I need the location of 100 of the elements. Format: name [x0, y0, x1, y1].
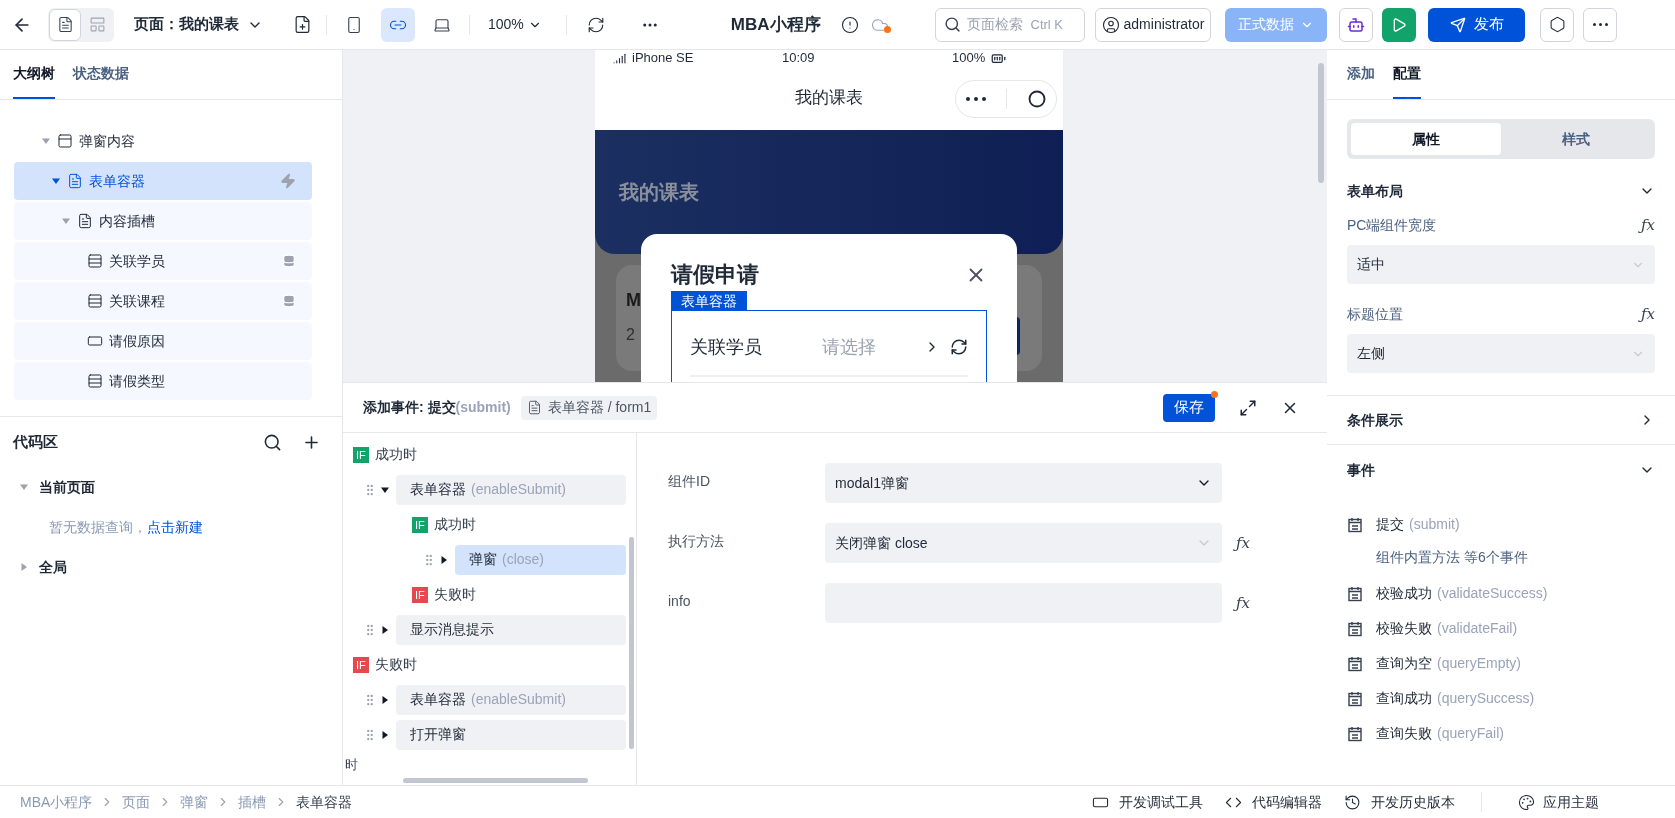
segment-tab[interactable]: 样式	[1501, 123, 1651, 155]
outline-item[interactable]: 表单容器	[14, 162, 312, 200]
caret-icon[interactable]	[381, 625, 389, 634]
outline-item[interactable]: 请假类型	[14, 362, 312, 400]
action-item[interactable]: 表单容器 (enableSubmit)	[396, 474, 626, 505]
panel-tab[interactable]: 大纲树	[13, 49, 55, 99]
event-item[interactable]: 校验成功 (validateSuccess)	[1376, 583, 1548, 604]
caret-icon[interactable]	[381, 730, 389, 739]
outline-item[interactable]: 关联学员	[14, 242, 312, 280]
alert-icon[interactable]	[840, 15, 859, 34]
search-icon[interactable]	[263, 432, 282, 452]
preview-button[interactable]	[1382, 7, 1417, 42]
assistant-button[interactable]	[1339, 7, 1374, 42]
event-item[interactable]: 查询成功 (querySuccess)	[1376, 688, 1535, 709]
component-icon	[67, 173, 83, 189]
action-item[interactable]: 表单容器 (enableSubmit)	[396, 684, 626, 715]
property-label: PC端组件宽度	[1347, 215, 1437, 235]
condition-badge: IF	[412, 586, 428, 603]
outline-item[interactable]: 请假原因	[14, 322, 312, 360]
refresh-icon[interactable]	[586, 15, 605, 34]
hexagon-icon	[1548, 16, 1566, 33]
branch-label: 失败时	[374, 655, 417, 674]
select-field[interactable]: 适中	[1347, 245, 1655, 284]
code-group[interactable]: 当前页面	[39, 476, 95, 498]
history-icon	[1344, 793, 1361, 811]
component-icon	[57, 133, 73, 149]
component-icon	[87, 253, 103, 269]
container-tag: 表单容器	[671, 291, 747, 311]
document-icon	[526, 400, 542, 415]
save-button[interactable]: 保存	[1163, 393, 1215, 422]
send-icon	[1449, 16, 1466, 33]
play-icon	[1391, 16, 1408, 33]
dev-tool-button[interactable]: 开发调试工具	[1092, 791, 1203, 813]
expand-icon[interactable]	[1239, 398, 1257, 417]
action-item[interactable]: 打开弹窗	[396, 719, 626, 750]
section-header[interactable]: 事件	[1347, 459, 1375, 481]
scrollbar-thumb[interactable]	[1318, 63, 1324, 183]
create-link[interactable]: 点击新建	[147, 516, 203, 538]
scrollbar-thumb[interactable]	[403, 778, 588, 783]
event-panel-title: 添加事件: 提交(submit)	[363, 398, 511, 417]
event-list-icon	[1347, 516, 1363, 533]
action-item[interactable]: 显示消息提示	[396, 614, 626, 645]
form-field[interactable]: 关联学员 请选择	[690, 333, 968, 377]
publish-button[interactable]: 发布	[1428, 7, 1526, 42]
dev-tool-button[interactable]: 开发历史版本	[1344, 791, 1455, 813]
condition-badge: IF	[353, 446, 369, 463]
component-icon	[87, 293, 103, 309]
breadcrumb-item[interactable]: 表单容器	[296, 791, 353, 813]
search-icon	[943, 16, 961, 33]
select-field[interactable]: 左侧	[1347, 334, 1655, 373]
outline-item[interactable]: 弹窗内容	[14, 122, 312, 160]
field-label: info	[668, 592, 692, 611]
caret-icon[interactable]	[381, 695, 389, 704]
event-list-icon	[1347, 725, 1363, 742]
select-field[interactable]: modal1弹窗	[825, 463, 1222, 503]
document-icon	[56, 16, 74, 33]
event-list-icon	[1347, 690, 1363, 707]
panel-tab[interactable]: 配置	[1393, 49, 1421, 99]
caret-icon[interactable]	[381, 485, 389, 494]
event-list-icon	[1347, 620, 1363, 637]
event-item[interactable]: 提交 (submit)	[1376, 514, 1460, 535]
view-mode-button[interactable]	[49, 8, 81, 41]
scrollbar-thumb[interactable]	[629, 537, 634, 749]
panel-tab[interactable]: 添加	[1347, 49, 1375, 99]
component-icon	[87, 333, 103, 349]
action-item[interactable]: 弹窗 (close)	[455, 544, 626, 575]
section-header[interactable]: 条件展示	[1347, 409, 1403, 431]
device-name: iPhone SE	[632, 51, 695, 65]
panel-tab[interactable]: 状态数据	[73, 49, 129, 99]
segment-tab[interactable]: 属性	[1351, 123, 1501, 155]
robot-icon	[1347, 15, 1366, 34]
dev-tool-button[interactable]: 代码编辑器	[1225, 791, 1322, 813]
settings-button[interactable]	[1540, 7, 1575, 42]
component-icon	[87, 373, 103, 389]
outline-item[interactable]: 关联课程	[14, 282, 312, 320]
outline-item[interactable]: 内容插槽	[14, 202, 312, 240]
page-selector[interactable]: 页面：我的课表	[134, 13, 263, 36]
event-item[interactable]: 查询失败 (queryFail)	[1376, 723, 1504, 744]
event-item[interactable]: 校验失败 (validateFail)	[1376, 618, 1518, 639]
add-page-icon[interactable]	[293, 15, 312, 34]
branch-label: 成功时	[433, 515, 476, 534]
caret-icon[interactable]	[440, 555, 448, 564]
condition-badge: IF	[412, 516, 428, 533]
device-button[interactable]	[381, 7, 415, 42]
shortcut-hint: Ctrl K	[1030, 15, 1064, 34]
theme-button[interactable]: 应用主题	[1518, 791, 1599, 813]
user-button[interactable]: administrator	[1094, 7, 1212, 42]
more-icon	[966, 97, 987, 101]
event-item[interactable]: 查询为空 (queryEmpty)	[1376, 653, 1522, 674]
event-note: 组件内置方法 等6个事件	[1375, 547, 1529, 567]
refresh-icon	[950, 338, 968, 356]
code-group[interactable]: 全局	[39, 556, 67, 578]
search-placeholder: 页面检索	[966, 15, 1023, 34]
layout-icon	[88, 16, 106, 33]
zoom-selector[interactable]: 100%	[488, 14, 542, 35]
section-title: 代码区	[13, 431, 59, 452]
section-header[interactable]: 表单布局	[1347, 180, 1403, 202]
more-button[interactable]	[1583, 7, 1618, 42]
palette-icon	[1518, 793, 1535, 811]
event-list-icon	[1347, 585, 1363, 602]
